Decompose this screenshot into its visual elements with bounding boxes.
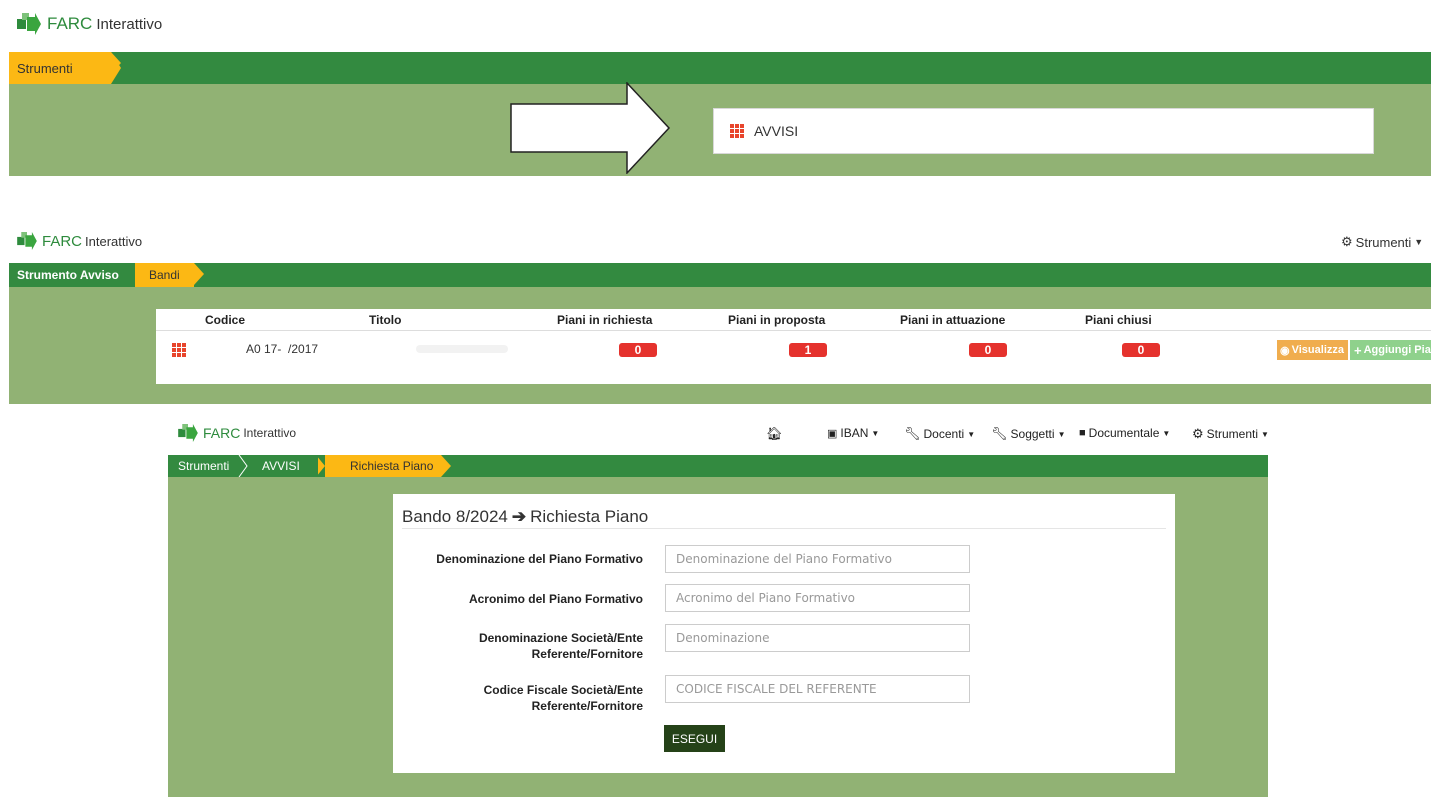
badge-attuazione[interactable]: 0 xyxy=(969,343,1007,357)
col-titolo: Titolo xyxy=(369,313,402,327)
nav-iban[interactable]: ▣ IBAN ▼ xyxy=(827,426,879,440)
table-row: A0 17- /2017 0 1 0 0 ◉ Visualizza + Aggiun… xyxy=(156,331,1431,365)
wrench-icon: 🔧︎ xyxy=(991,426,1008,441)
logo[interactable]: FARC Interattivo xyxy=(17,232,142,250)
denominazione-piano-input[interactable]: Denominazione del Piano Formativo xyxy=(665,545,970,573)
breadcrumb-avvisi[interactable]: AVVISI xyxy=(254,455,308,477)
crumb-arrow xyxy=(316,455,325,477)
logo[interactable]: FARC Interattivo xyxy=(178,424,296,442)
row-codice: A0 17- /2017 xyxy=(246,342,319,356)
farc-logo-icon xyxy=(178,424,198,442)
avvisi-card[interactable]: AVVISI xyxy=(713,108,1374,154)
wrench-icon: 🔧︎ xyxy=(904,426,921,441)
caret-down-icon: ▼ xyxy=(1261,429,1269,439)
field-label-acronimo: Acronimo del Piano Formativo xyxy=(468,592,643,606)
caret-down-icon: ▼ xyxy=(1162,428,1171,438)
gear-icon: ⚙ xyxy=(1341,234,1353,249)
field-label-denominazione-societa: Denominazione Società/Ente Referente/For… xyxy=(478,631,643,661)
col-proposta: Piani in proposta xyxy=(728,313,826,327)
nav-home[interactable]: 🏠︎ xyxy=(766,426,783,442)
row-titolo-redacted xyxy=(416,345,508,353)
logo-brand: FARC xyxy=(42,232,83,250)
farc-logo-icon xyxy=(17,13,41,35)
eye-icon: ◉ xyxy=(1280,344,1290,357)
grid-icon xyxy=(730,124,744,138)
nav-docenti[interactable]: 🔧︎ Docenti ▼ xyxy=(904,426,975,442)
middle-breadcrumb-bar: Strumento Avviso Bandi xyxy=(9,263,1431,287)
nav-documentale[interactable]: ■ Documentale ▼ xyxy=(1079,426,1170,440)
folder-icon: ■ xyxy=(1079,427,1086,439)
title-divider xyxy=(402,528,1166,529)
logo[interactable]: FARC Interattivo xyxy=(17,13,162,35)
badge-chiusi[interactable]: 0 xyxy=(1122,343,1160,357)
richiesta-form-card: Bando 8/2024 ➔ Richiesta Piano Denominaz… xyxy=(393,494,1175,773)
form-title: Bando 8/2024 ➔ Richiesta Piano xyxy=(402,507,649,526)
breadcrumb-strumenti[interactable]: Strumenti xyxy=(9,52,121,84)
breadcrumb-strumenti[interactable]: Strumenti xyxy=(170,455,237,477)
strumenti-dropdown[interactable]: ⚙ Strumenti ▼ xyxy=(1341,234,1423,250)
grid-icon xyxy=(172,343,186,357)
table-header: Codice Titolo Piani in richiesta Piani i… xyxy=(156,309,1431,331)
breadcrumb-strumento-avviso[interactable]: Strumento Avviso xyxy=(9,263,127,287)
arrow-right-icon: ➔ xyxy=(511,507,527,526)
crumb-separator xyxy=(238,455,248,477)
codice-fiscale-input[interactable]: CODICE FISCALE DEL REFERENTE xyxy=(665,675,970,703)
caret-down-icon: ▼ xyxy=(1414,237,1424,247)
logo-sub: Interattivo xyxy=(96,15,163,33)
field-label-codice-fiscale: Codice Fiscale Società/Ente Referente/Fo… xyxy=(483,683,643,713)
logo-brand: FARC xyxy=(47,14,93,33)
col-attuazione: Piani in attuazione xyxy=(900,313,1006,327)
col-chiusi: Piani chiusi xyxy=(1085,313,1152,327)
col-codice: Codice xyxy=(205,313,246,327)
visualizza-button[interactable]: ◉ Visualizza xyxy=(1277,340,1348,360)
badge-richiesta[interactable]: 0 xyxy=(619,343,657,357)
breadcrumb-bandi[interactable]: Bandi xyxy=(135,263,204,287)
nav-soggetti[interactable]: 🔧︎ Soggetti ▼ xyxy=(991,426,1065,442)
top-breadcrumb-bar: Strumenti xyxy=(9,52,1431,84)
esegui-button[interactable]: ESEGUI xyxy=(664,725,725,752)
logo-brand: FARC xyxy=(203,425,241,441)
bandi-table: Codice Titolo Piani in richiesta Piani i… xyxy=(156,309,1431,384)
plus-icon: + xyxy=(1354,342,1362,358)
logo-sub: Interattivo xyxy=(85,233,143,249)
logo-sub: Interattivo xyxy=(243,426,297,440)
acronimo-input[interactable]: Acronimo del Piano Formativo xyxy=(665,584,970,612)
bottom-breadcrumb-bar: Strumenti AVVISI Richiesta Piano xyxy=(168,455,1268,477)
denominazione-societa-input[interactable]: Denominazione xyxy=(665,624,970,652)
caret-down-icon: ▼ xyxy=(967,429,976,439)
aggiungi-piano-button[interactable]: +Aggiungi Piano xyxy=(1350,340,1431,360)
breadcrumb-richiesta-piano[interactable]: Richiesta Piano xyxy=(318,455,452,477)
arrow-right-icon xyxy=(510,82,671,174)
farc-logo-icon xyxy=(17,232,37,250)
top-nav: 🏠︎ ▣ IBAN ▼ 🔧︎ Docenti ▼ 🔧︎ Soggetti ▼ ■ Docume… xyxy=(760,426,1280,444)
money-icon: ▣ xyxy=(827,427,838,440)
gear-icon: ⚙ xyxy=(1192,426,1204,441)
badge-proposta[interactable]: 1 xyxy=(789,343,827,357)
crumb-arrow xyxy=(111,52,121,84)
caret-down-icon: ▼ xyxy=(871,428,880,438)
nav-strumenti[interactable]: ⚙ Strumenti ▼ xyxy=(1192,426,1269,442)
field-label-denominazione-piano: Denominazione del Piano Formativo xyxy=(436,552,643,566)
col-richiesta: Piani in richiesta xyxy=(557,313,653,327)
avvisi-label: AVVISI xyxy=(754,123,799,139)
caret-down-icon: ▼ xyxy=(1057,429,1066,439)
home-icon: 🏠︎ xyxy=(766,426,783,441)
